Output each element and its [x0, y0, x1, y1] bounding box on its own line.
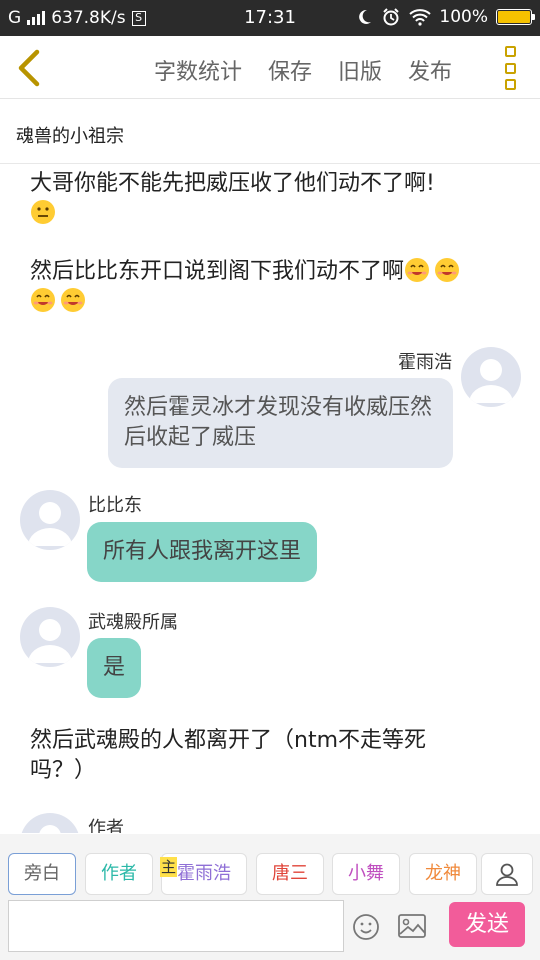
- role-selector-bar: 旁白 作者 霍雨浩 唐三 小舞 龙神: [0, 834, 540, 896]
- chapter-title: 魂兽的小祖宗: [16, 126, 124, 147]
- message-bubble[interactable]: 然后霍灵冰才发现没有收威压然后收起了威压: [108, 378, 453, 468]
- role-tab-dragon[interactable]: 龙神: [409, 853, 477, 895]
- speaker-name: 霍雨浩: [398, 352, 452, 373]
- send-button[interactable]: 发送: [449, 902, 525, 947]
- editor-toolbar: 字数统计 保存 旧版 发布: [0, 36, 540, 99]
- chapter-title-bar[interactable]: 魂兽的小祖宗: [0, 100, 540, 164]
- grin-face-icon: [434, 257, 460, 283]
- input-bar: 发送: [0, 896, 540, 960]
- message-bubble[interactable]: 是: [87, 638, 141, 698]
- image-button[interactable]: [397, 913, 427, 939]
- publish-button[interactable]: 发布: [408, 54, 452, 86]
- more-vertical-icon[interactable]: [500, 46, 520, 90]
- main-character-tag: 主: [160, 857, 177, 877]
- speaker-name: 武魂殿所属: [88, 612, 178, 633]
- add-role-button[interactable]: [481, 853, 533, 895]
- narration-text: 然后比比东开口说到阁下我们动不了啊: [30, 259, 405, 284]
- grin-face-icon: [60, 287, 86, 313]
- role-tab-xiaowu[interactable]: 小舞: [332, 853, 400, 895]
- save-button[interactable]: 保存: [268, 54, 312, 86]
- role-tab-author[interactable]: 作者: [85, 853, 153, 895]
- wifi-icon: [409, 9, 432, 26]
- speaker-name: 作者: [88, 818, 124, 833]
- status-bar: G 637.8K/s S 17:31 100%: [0, 0, 540, 36]
- battery-percent: 100%: [439, 7, 488, 27]
- narration: 然后比比东开口说到阁下我们动不了啊: [30, 257, 510, 317]
- narration-text: 大哥你能不能先把威压收了他们动不了啊!: [30, 171, 435, 196]
- image-icon: [398, 914, 426, 938]
- avatar[interactable]: [20, 490, 80, 550]
- avatar[interactable]: [461, 347, 521, 407]
- grin-face-icon: [404, 257, 430, 283]
- battery-icon: [496, 9, 535, 25]
- back-button[interactable]: [10, 48, 50, 88]
- word-count-button[interactable]: 字数统计: [154, 54, 242, 86]
- toolbar-actions: 字数统计 保存 旧版 发布: [154, 54, 452, 86]
- message-bubble[interactable]: 所有人跟我离开这里: [87, 522, 318, 582]
- chevron-left-icon: [18, 49, 40, 87]
- status-right: 100%: [355, 7, 535, 27]
- speaker-name: 比比东: [88, 495, 142, 516]
- moon-icon: [359, 9, 372, 24]
- grin-face-icon: [30, 287, 56, 313]
- smiley-icon: [353, 914, 379, 940]
- avatar[interactable]: [20, 813, 80, 833]
- confused-face-icon: [30, 199, 56, 225]
- chat-content[interactable]: 大哥你能不能先把威压收了他们动不了啊! 然后比比东开口说到阁下我们动不了啊 霍雨…: [0, 165, 540, 833]
- narration: 然后武魂殿的人都离开了（ntm不走等死吗？）: [30, 728, 427, 783]
- emoji-button[interactable]: [352, 913, 380, 941]
- user-icon: [496, 863, 518, 886]
- alarm-icon: [383, 8, 400, 26]
- role-tab-narrator[interactable]: 旁白: [8, 853, 76, 895]
- old-version-button[interactable]: 旧版: [338, 54, 382, 86]
- battery-fill: [498, 11, 530, 23]
- role-tab-tang[interactable]: 唐三: [256, 853, 324, 895]
- narration: 大哥你能不能先把威压收了他们动不了啊!: [30, 169, 510, 229]
- message-input[interactable]: [8, 900, 344, 952]
- avatar[interactable]: [20, 607, 80, 667]
